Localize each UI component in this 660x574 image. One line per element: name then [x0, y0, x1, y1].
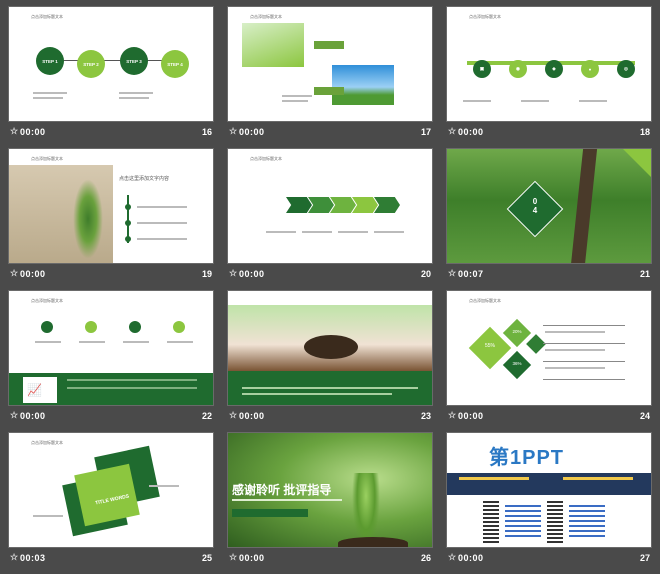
section-number-badge: 0 4 — [532, 197, 538, 215]
slide-title-text: 点击这里添加文字内容 — [119, 176, 170, 182]
slide-status-bar: ☆ 00:00 16 — [8, 123, 214, 141]
slide-thumbnail-25[interactable]: 点击添加标题文本 TITLE WORDS ☆ 00:03 25 — [8, 432, 214, 567]
slide-header-text: 点击添加标题文本 — [31, 156, 63, 161]
star-icon: ☆ — [448, 552, 457, 562]
step-circle: STEP 3 — [120, 47, 148, 75]
slide-preview[interactable]: 点击添加标题文本 点击这里添加文字内容 — [8, 148, 214, 264]
slide-preview[interactable]: 点击添加标题文本 📈 — [8, 290, 214, 406]
slide-status-bar: ☆ 00:00 17 — [227, 123, 433, 141]
slide-status-bar: ☆ 00:07 21 — [446, 265, 652, 283]
slide-status-bar: ☆ 00:00 22 — [8, 407, 214, 425]
slide-number: 16 — [201, 127, 212, 137]
slide-number: 24 — [639, 411, 650, 421]
percent-label: 20% — [512, 329, 522, 334]
icon-circle: ◈ — [545, 60, 563, 78]
slide-status-bar: ☆ 00:00 18 — [446, 123, 652, 141]
slide-thumbnail-20[interactable]: 点击添加标题文本 ☆ 00:00 20 — [227, 148, 433, 283]
slide-number: 21 — [639, 269, 650, 279]
slide-thumbnail-18[interactable]: 点击添加标题文本 ▣ ◉ ◈ ● ◎ ☆ 00:00 18 — [446, 6, 652, 141]
star-icon: ☆ — [10, 268, 19, 278]
slide-timing: 00:00 — [239, 411, 265, 421]
slide-header-text: 点击添加标题文本 — [31, 14, 63, 19]
slide-preview[interactable]: 0 4 — [446, 148, 652, 264]
slide-status-bar: ☆ 00:00 24 — [446, 407, 652, 425]
star-icon: ☆ — [448, 410, 457, 420]
slide-timing: 00:00 — [20, 269, 46, 279]
star-icon: ☆ — [229, 126, 238, 136]
step-circle: STEP 4 — [161, 50, 189, 78]
star-icon: ☆ — [229, 552, 238, 562]
slide-thumbnail-19[interactable]: 点击添加标题文本 点击这里添加文字内容 ☆ 00:00 19 — [8, 148, 214, 283]
slide-number: 23 — [420, 411, 431, 421]
star-icon: ☆ — [10, 410, 19, 420]
icon-circle: ● — [581, 60, 599, 78]
slide-timing: 00:00 — [458, 127, 484, 137]
slide-preview[interactable]: 点击添加标题文本 TITLE WORDS — [8, 432, 214, 548]
slide-status-bar: ☆ 00:00 26 — [227, 549, 433, 567]
slide-timing: 00:00 — [20, 411, 46, 421]
slide-number: 25 — [201, 553, 212, 563]
step-circle: STEP 1 — [36, 47, 64, 75]
slide-header-text: 点击添加标题文本 — [31, 440, 63, 445]
slide-preview[interactable]: 点击添加标题文本 — [227, 148, 433, 264]
star-icon: ☆ — [448, 268, 457, 278]
slide-number: 17 — [420, 127, 431, 137]
slide-sorter-grid: 点击添加标题文本 STEP 1 STEP 2 STEP 3 STEP 4 ☆ 0… — [0, 0, 660, 574]
slide-preview[interactable]: 第1PPT — [446, 432, 652, 548]
slide-status-bar: ☆ 00:03 25 — [8, 549, 214, 567]
slide-status-bar: ☆ 00:00 20 — [227, 265, 433, 283]
percent-label: 36% — [512, 361, 522, 366]
slide-preview[interactable]: 点击添加标题文本 — [227, 6, 433, 122]
slide-timing: 00:00 — [239, 269, 265, 279]
slide-thumbnail-24[interactable]: 点击添加标题文本 55% 20% 36% ☆ 00:00 24 — [446, 290, 652, 425]
slide-title-text: 感谢聆听 批评指导 — [232, 483, 332, 497]
slide-timing: 00:00 — [239, 553, 265, 563]
slide-header-text: 点击添加标题文本 — [250, 156, 282, 161]
icon-circle: ◉ — [509, 60, 527, 78]
slide-timing: 00:00 — [239, 127, 265, 137]
slide-thumbnail-17[interactable]: 点击添加标题文本 ☆ 00:00 17 — [227, 6, 433, 141]
slide-header-text: 点击添加标题文本 — [31, 298, 63, 303]
slide-thumbnail-22[interactable]: 点击添加标题文本 📈 ☆ 00:00 22 — [8, 290, 214, 425]
slide-preview[interactable]: 点击添加标题文本 STEP 1 STEP 2 STEP 3 STEP 4 — [8, 6, 214, 122]
slide-preview[interactable]: 点击添加标题文本 55% 20% 36% — [446, 290, 652, 406]
slide-status-bar: ☆ 00:00 19 — [8, 265, 214, 283]
star-icon: ☆ — [448, 126, 457, 136]
slide-number: 26 — [420, 553, 431, 563]
star-icon: ☆ — [10, 552, 19, 562]
star-icon: ☆ — [229, 268, 238, 278]
slide-header-text: 点击添加标题文本 — [250, 14, 282, 19]
slide-number: 20 — [420, 269, 431, 279]
slide-thumbnail-16[interactable]: 点击添加标题文本 STEP 1 STEP 2 STEP 3 STEP 4 ☆ 0… — [8, 6, 214, 141]
step-circle: STEP 2 — [77, 50, 105, 78]
slide-timing: 00:00 — [20, 127, 46, 137]
slide-thumbnail-27[interactable]: 第1PPT ☆ 00:00 27 — [446, 432, 652, 567]
percent-label: 55% — [484, 343, 495, 349]
slide-number: 22 — [201, 411, 212, 421]
slide-thumbnail-23[interactable]: ☆ 00:00 23 — [227, 290, 433, 425]
star-icon: ☆ — [229, 410, 238, 420]
slide-number: 18 — [639, 127, 650, 137]
slide-thumbnail-21[interactable]: 0 4 ☆ 00:07 21 — [446, 148, 652, 283]
slide-preview[interactable] — [227, 290, 433, 406]
slide-status-bar: ☆ 00:00 27 — [446, 549, 652, 567]
icon-circle: ▣ — [473, 60, 491, 78]
slide-timing: 00:03 — [20, 553, 46, 563]
icon-circle: ◎ — [617, 60, 635, 78]
slide-number: 27 — [639, 553, 650, 563]
slide-timing: 00:00 — [458, 553, 484, 563]
slide-number: 19 — [201, 269, 212, 279]
slide-preview[interactable]: 感谢聆听 批评指导 — [227, 432, 433, 548]
slide-thumbnail-26[interactable]: 感谢聆听 批评指导 ☆ 00:00 26 — [227, 432, 433, 567]
slide-timing: 00:07 — [458, 269, 484, 279]
slide-header-text: 点击添加标题文本 — [469, 298, 501, 303]
slide-preview[interactable]: 点击添加标题文本 ▣ ◉ ◈ ● ◎ — [446, 6, 652, 122]
slide-timing: 00:00 — [458, 411, 484, 421]
star-icon: ☆ — [10, 126, 19, 136]
chart-up-icon: 📈 — [27, 383, 42, 397]
slide-status-bar: ☆ 00:00 23 — [227, 407, 433, 425]
brand-logo: 第1PPT — [489, 447, 565, 469]
slide-header-text: 点击添加标题文本 — [469, 14, 501, 19]
